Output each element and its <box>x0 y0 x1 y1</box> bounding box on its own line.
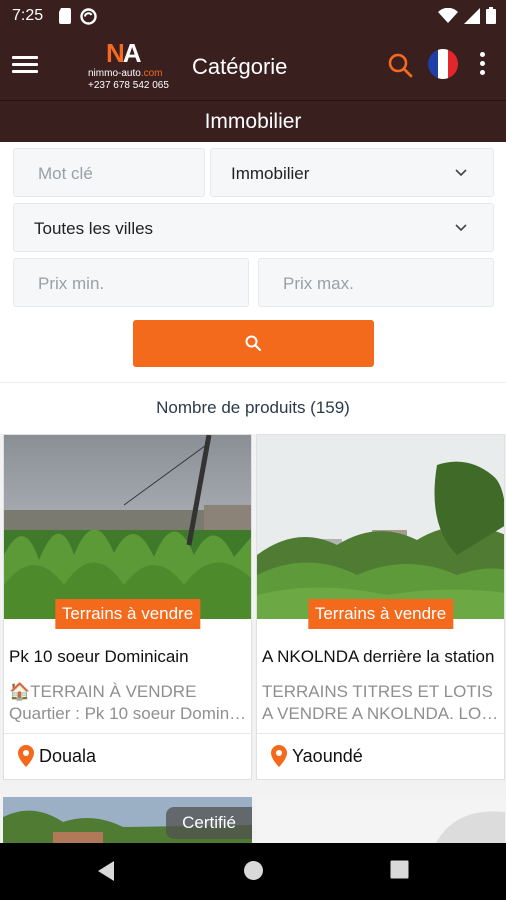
logo-mark: NA <box>106 38 142 68</box>
category-select[interactable]: Immobilier <box>210 148 494 197</box>
category-badge: Terrains à vendre <box>54 599 201 629</box>
search-icon <box>245 335 261 351</box>
keyword-input[interactable]: Mot clé <box>13 148 205 197</box>
category-value: Immobilier <box>231 164 310 183</box>
chevron-down-icon <box>455 224 467 232</box>
product-card[interactable]: Terrains à vendre Pk 10 soeur Dominicain… <box>3 434 252 780</box>
product-card[interactable] <box>256 797 505 843</box>
sd-card-icon <box>59 8 71 24</box>
category-badge: Terrains à vendre <box>307 599 454 629</box>
price-max-placeholder: Prix max. <box>283 274 354 293</box>
logo-brand-suffix: .com <box>140 68 163 79</box>
more-options-icon[interactable] <box>474 52 490 80</box>
recents-icon[interactable] <box>390 860 409 879</box>
logo-phone: +237 678 542 065 <box>88 80 169 91</box>
status-bar: 7:25 <box>0 0 506 34</box>
signal-icon <box>464 7 480 24</box>
product-location: Yaoundé <box>271 745 363 767</box>
city-value: Toutes les villes <box>34 219 154 238</box>
product-card[interactable]: Terrains à vendre A NKOLNDA derrière la … <box>256 434 505 780</box>
app-logo[interactable]: NA nimmo-auto.com +237 678 542 065 <box>86 38 182 94</box>
location-pin-icon <box>271 745 287 767</box>
product-description: 🏠TERRAIN À VENDRE Quartier : Pk 10 soeur… <box>9 682 247 723</box>
system-navigation-bar <box>0 843 506 900</box>
chevron-down-icon <box>455 169 467 177</box>
battery-icon <box>486 7 496 24</box>
language-flag-icon[interactable] <box>428 49 458 79</box>
search-button[interactable] <box>133 320 374 367</box>
status-time: 7:25 <box>12 7 44 24</box>
keyword-placeholder: Mot clé <box>38 164 93 183</box>
product-description: TERRAINS TITRES ET LOTIS A VENDRE A NKOL… <box>262 682 500 723</box>
product-image <box>4 435 251 619</box>
product-image <box>257 435 504 619</box>
filter-panel: Mot clé Immobilier Toutes les villes Pri… <box>0 142 506 382</box>
home-icon[interactable] <box>243 860 264 881</box>
product-card[interactable]: Certifié <box>3 797 252 843</box>
price-min-placeholder: Prix min. <box>38 274 105 293</box>
product-location: Douala <box>18 745 96 767</box>
location-pin-icon <box>18 745 34 767</box>
results-count: Nombre de produits (159) <box>0 382 506 434</box>
logo-brand: nimmo-auto <box>88 68 141 79</box>
product-title: A NKOLNDA derrière la station <box>262 647 495 666</box>
menu-button[interactable] <box>12 53 38 77</box>
product-image <box>256 797 505 843</box>
certified-badge: Certifié <box>166 807 252 839</box>
page-title: Catégorie <box>192 54 288 79</box>
price-max-input[interactable]: Prix max. <box>258 258 494 307</box>
wifi-icon <box>438 7 458 23</box>
search-icon[interactable] <box>387 52 413 78</box>
app-bar: NA nimmo-auto.com +237 678 542 065 Catég… <box>0 34 506 100</box>
back-icon[interactable] <box>96 860 116 882</box>
city-select[interactable]: Toutes les villes <box>13 203 494 252</box>
category-header: Immobilier <box>0 100 506 142</box>
hamburger-icon <box>12 56 38 59</box>
sync-icon <box>80 8 97 25</box>
price-min-input[interactable]: Prix min. <box>13 258 249 307</box>
product-title: Pk 10 soeur Dominicain <box>9 647 189 666</box>
